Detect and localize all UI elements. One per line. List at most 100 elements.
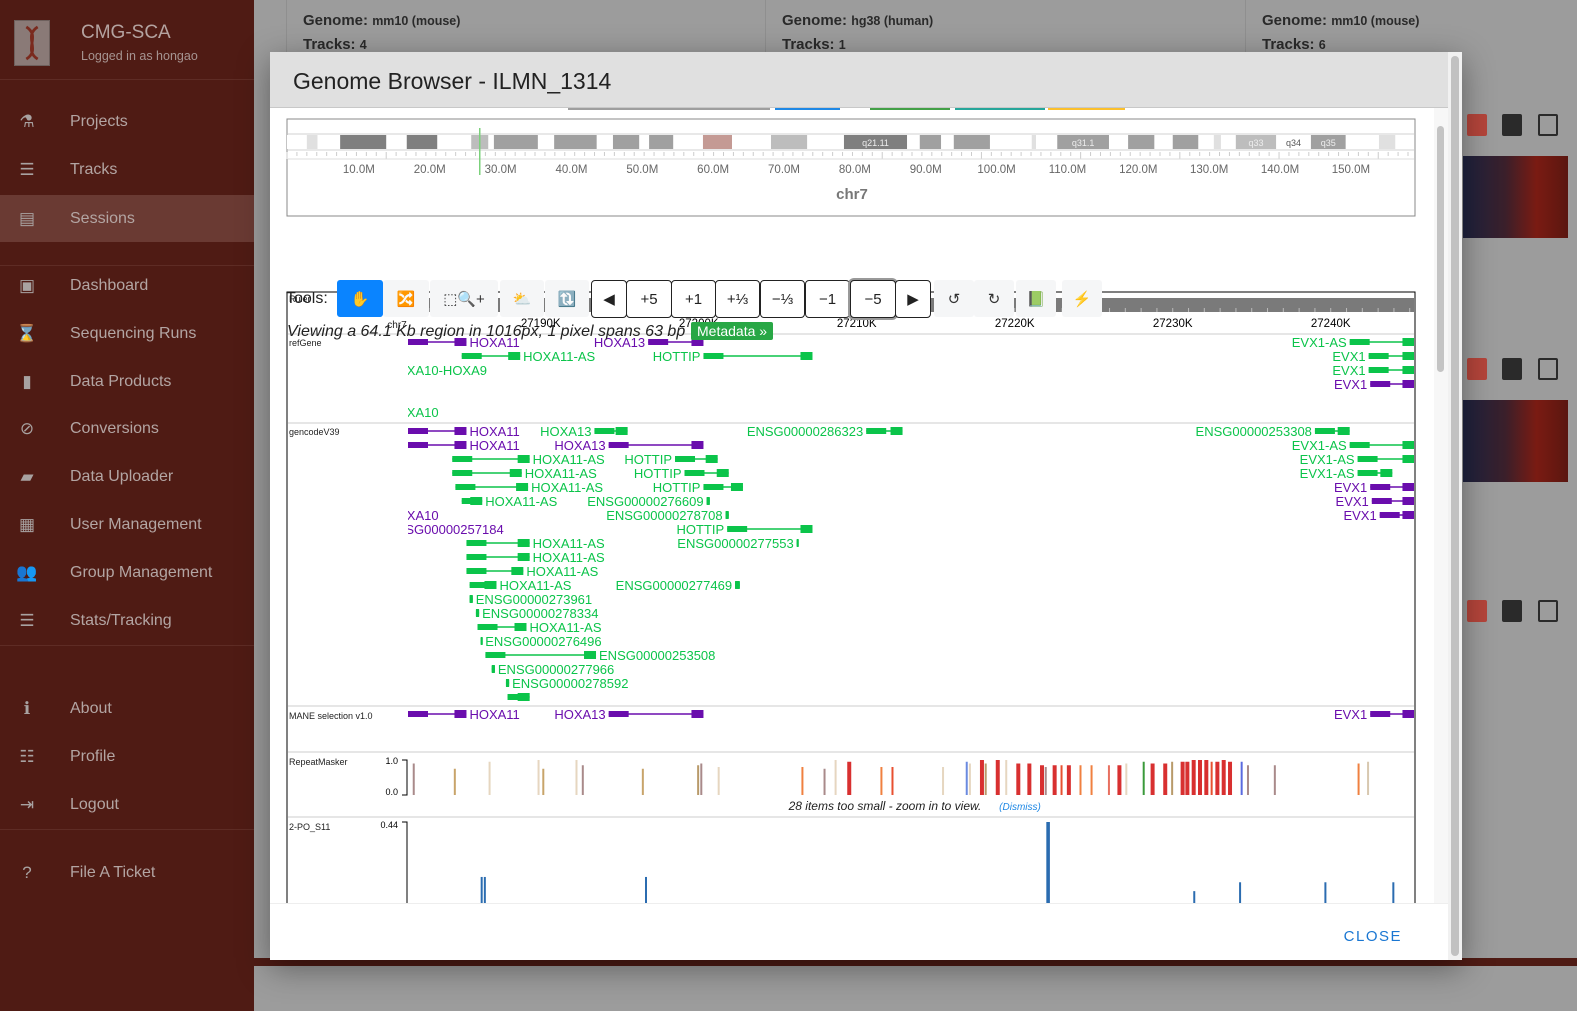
session-thumbnail[interactable]: [1463, 156, 1568, 238]
repeat-element: [575, 760, 578, 795]
page-scrollbar[interactable]: [1448, 52, 1462, 960]
zoom-button[interactable]: −5: [850, 280, 896, 318]
zoom-button[interactable]: +⅓: [715, 280, 760, 318]
zoom-button[interactable]: +5: [626, 280, 672, 318]
sidebar-item-label: Conversions: [70, 419, 159, 437]
track-label-repeatmasker: RepeatMasker: [289, 757, 348, 767]
cytoband: [1031, 135, 1036, 149]
genome-browser-canvas[interactable]: q21.11 q31.1 q33 q34 q35 10.0M 20.0M 30.0M 40.0M…: [270, 108, 1434, 903]
ruler-tick-label: 27240K: [1311, 318, 1351, 330]
pan-left-button[interactable]: ◀: [591, 280, 627, 318]
zoom-button[interactable]: −⅓: [760, 280, 805, 318]
sidebar-item-profile[interactable]: ☷ Profile: [0, 733, 254, 780]
clipboard-check-icon[interactable]: [1502, 600, 1522, 622]
sidebar-item-dashboard[interactable]: ▣ Dashboard: [0, 262, 254, 309]
gene-exon: [1379, 512, 1400, 518]
sidebar-item-sessions[interactable]: ▤ Sessions: [0, 195, 254, 242]
shuffle-tool-button[interactable]: 🔀: [383, 280, 429, 317]
gene-exon: [1402, 455, 1414, 463]
gene-label: ENSG00000253308: [1196, 424, 1312, 439]
viewing-region-text: Viewing a 64.1 Kb region in 1016px, 1 pi…: [287, 323, 686, 340]
gene-exon: [796, 539, 799, 547]
list-icon[interactable]: [1538, 114, 1558, 136]
gene-exon: [706, 497, 710, 505]
gene-label: EVX1-AS: [1292, 438, 1347, 453]
pan-right-button[interactable]: ▶: [895, 280, 931, 318]
sidebar-item-data-products[interactable]: ▮ Data Products: [0, 358, 254, 405]
book-button[interactable]: 📗: [1016, 280, 1056, 317]
gene-label: EVX1-AS: [1300, 452, 1355, 467]
clipboard-check-icon[interactable]: [1502, 358, 1522, 380]
zoom-select-tool-button[interactable]: ⬚🔍+: [430, 280, 498, 317]
cytoband: [770, 135, 808, 149]
repeat-element: [1198, 760, 1202, 795]
undo-button[interactable]: ↺: [934, 280, 974, 317]
repeat-element: [1357, 763, 1360, 795]
gene-exon: [1370, 711, 1391, 717]
signal-bar: [1193, 891, 1196, 903]
logout-icon: ⇥: [19, 794, 35, 814]
gene-exon: [509, 469, 522, 477]
dialog-body-scrollbar[interactable]: [1434, 108, 1448, 903]
hand-drag-tool-button[interactable]: ✋: [337, 280, 383, 317]
sidebar-item-logout[interactable]: ⇥ Logout: [0, 781, 254, 828]
dismiss-link[interactable]: (Dismiss): [999, 802, 1041, 813]
ideogram-tick-label: 60.0M: [697, 164, 729, 176]
sidebar-item-conversions[interactable]: ⊘ Conversions: [0, 405, 254, 452]
sidebar-item-label: Logout: [70, 795, 119, 813]
close-button[interactable]: CLOSE: [1344, 928, 1402, 945]
zoom-button[interactable]: +1: [671, 280, 716, 318]
flip-strand-tool-button[interactable]: 🔃: [545, 280, 589, 317]
sidebar-item-projects[interactable]: ⚗ Projects: [0, 98, 254, 145]
gene-exon: [703, 353, 724, 359]
gene-label: ENSG00000277469: [616, 578, 732, 593]
app-name: CMG-SCA: [81, 22, 171, 43]
sidebar-item-about[interactable]: ℹ About: [0, 685, 254, 732]
lightning-button[interactable]: ⚡: [1062, 280, 1102, 317]
gene-label: HOXA11-AS: [485, 494, 557, 509]
scrollbar-thumb[interactable]: [1437, 126, 1444, 372]
sidebar-item-tracks[interactable]: ☰ Tracks: [0, 146, 254, 193]
scrollbar-thumb[interactable]: [1451, 56, 1459, 956]
sidebar-item-sequencing-runs[interactable]: ⌛ Sequencing Runs: [0, 310, 254, 357]
gene-exon: [466, 540, 487, 546]
gene-exon: [1402, 441, 1414, 449]
tab-underline: [870, 108, 950, 110]
ideogram-tick-label: 50.0M: [626, 164, 658, 176]
gene-exon: [454, 441, 467, 449]
sidebar-item-group-management[interactable]: 👥 Group Management: [0, 549, 254, 596]
list-icon[interactable]: [1538, 600, 1558, 622]
sidebar-item-label: Stats/Tracking: [70, 611, 172, 629]
delete-file-icon[interactable]: [1467, 114, 1487, 136]
gene-exon: [1380, 469, 1393, 477]
ideogram-tick-label: 30.0M: [485, 164, 517, 176]
metadata-button[interactable]: Metadata »: [691, 322, 774, 340]
repeat-element: [834, 760, 837, 795]
repeat-element: [1079, 765, 1082, 795]
gene-label: ENSG00000278708: [606, 508, 722, 523]
cytoband-label: q35: [1321, 138, 1336, 148]
zoom-button[interactable]: −1: [805, 280, 850, 318]
delete-file-icon[interactable]: [1467, 358, 1487, 380]
gene-exon: [594, 428, 615, 434]
clipboard-check-icon[interactable]: [1502, 114, 1522, 136]
sidebar-item-stats-tracking[interactable]: ☰ Stats/Tracking: [0, 597, 254, 644]
gene-exon: [1314, 428, 1335, 434]
delete-file-icon[interactable]: [1467, 600, 1487, 622]
gene-label: EVX1: [1334, 480, 1367, 495]
repeat-element: [965, 761, 968, 795]
gene-label: ENSG00000277966: [498, 662, 614, 677]
gene-label: ENSG00000253508: [599, 648, 715, 663]
gene-label: HOXA11-AS: [523, 349, 595, 364]
sidebar-item-user-management[interactable]: ▦ User Management: [0, 501, 254, 548]
repeat-element: [1240, 761, 1243, 795]
list-icon[interactable]: [1538, 358, 1558, 380]
flask-icon: ⚗: [19, 111, 35, 131]
sidebar-item-file-a-ticket[interactable]: ? File A Ticket: [0, 849, 254, 896]
session-thumbnail[interactable]: [1463, 400, 1568, 482]
redo-icon: ↻: [987, 290, 1001, 308]
redo-button[interactable]: ↻: [974, 280, 1014, 317]
gene-exon: [517, 539, 530, 547]
sidebar-item-data-uploader[interactable]: ▰ Data Uploader: [0, 453, 254, 500]
highlight-cloud-tool-button[interactable]: ⛅: [500, 280, 544, 317]
